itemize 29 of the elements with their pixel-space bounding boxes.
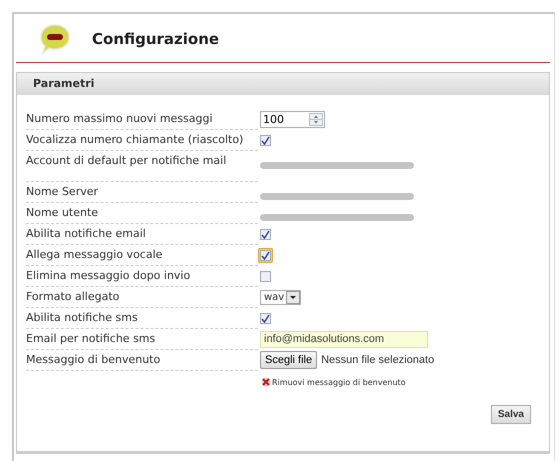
field-label: Numero massimo nuovi messaggi [26,109,258,130]
page-title: Configurazione [92,30,220,48]
field-label: Allega messaggio vocale [26,245,258,266]
email-input-field[interactable]: info@midasolutions.com [260,330,428,348]
save-button[interactable]: Salva [490,405,531,424]
spinner-arrows-icon[interactable] [309,112,323,126]
field-label: Vocalizza numero chiamante (riascolto) [26,130,258,151]
checkbox[interactable] [260,270,271,282]
file-status-text: Nessun file selezionato [321,354,434,366]
field-label: Formato allegato [26,287,258,308]
checkbox[interactable] [260,134,271,146]
field-label: Nome utente [26,203,258,224]
field-label: Messaggio di benvenuto [26,350,258,371]
field-label: Email per notifiche sms [26,329,258,350]
checkbox[interactable] [260,312,271,324]
choose-file-button[interactable]: Scegli file [260,351,318,369]
field-label: Elimina messaggio dopo invio [26,266,258,287]
field-label: Nome Server [26,182,258,203]
dropdown-caret-icon[interactable] [286,290,300,304]
field-label: Abilita notifiche sms [26,308,258,329]
speech-bubble-logo-icon [38,22,72,56]
field-label: Abilita notifiche email [26,224,258,245]
checkbox[interactable] [260,228,271,240]
number-spinner-field[interactable]: 100 [260,110,325,128]
field-label: Account di default per notifiche mail [26,151,258,182]
format-dropdown[interactable]: wav [260,290,302,304]
delete-x-icon[interactable] [261,377,271,387]
remove-welcome-message-link[interactable]: Rimuovi messaggio di benvenuto [272,378,406,386]
panel-header: Parametri [17,73,549,95]
